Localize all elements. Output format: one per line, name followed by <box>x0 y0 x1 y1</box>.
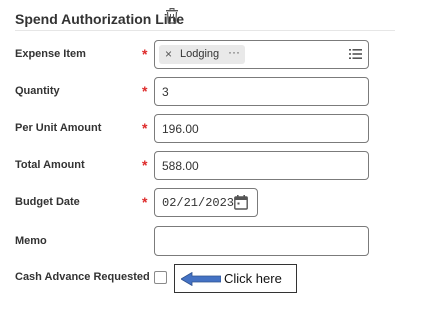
pill-label: Lodging <box>180 48 220 60</box>
remove-pill-icon[interactable]: × <box>165 47 172 61</box>
section-header: Spend Authorization Line <box>15 8 395 31</box>
total-amount-field[interactable]: 588.00 <box>154 151 369 180</box>
cash-advance-checkbox[interactable] <box>154 271 167 284</box>
required-marker: * <box>142 194 148 210</box>
click-here-callout: Click here <box>174 264 297 293</box>
calendar-icon[interactable] <box>234 195 248 210</box>
page-title: Spend Authorization Line <box>15 11 185 27</box>
per-unit-amount-label: Per Unit Amount <box>15 122 102 134</box>
memo-label: Memo <box>15 235 47 247</box>
list-icon[interactable] <box>349 48 362 60</box>
callout-text: Click here <box>224 271 282 286</box>
quantity-field[interactable]: 3 <box>154 77 369 106</box>
budget-date-value: 02/21/2023 <box>162 196 235 210</box>
expense-item-label: Expense Item <box>15 48 86 60</box>
budget-date-field[interactable]: 02/21/2023 <box>154 188 258 217</box>
per-unit-amount-value: 196.00 <box>162 122 199 136</box>
per-unit-amount-field[interactable]: 196.00 <box>154 114 369 143</box>
required-marker: * <box>142 157 148 173</box>
required-marker: * <box>142 83 148 99</box>
cash-advance-label: Cash Advance Requested <box>15 271 150 283</box>
memo-field[interactable] <box>154 226 369 256</box>
required-marker: * <box>142 46 148 62</box>
quantity-label: Quantity <box>15 85 60 97</box>
total-amount-label: Total Amount <box>15 159 85 171</box>
expense-item-field[interactable]: × Lodging ··· <box>154 40 369 69</box>
trash-icon[interactable] <box>165 8 179 24</box>
total-amount-value: 588.00 <box>162 159 199 173</box>
budget-date-label: Budget Date <box>15 196 80 208</box>
quantity-value: 3 <box>162 85 169 99</box>
expense-item-pill[interactable]: × Lodging ··· <box>159 45 245 64</box>
required-marker: * <box>142 120 148 136</box>
arrow-left-icon <box>181 272 221 286</box>
more-options-icon[interactable]: ··· <box>228 45 240 59</box>
